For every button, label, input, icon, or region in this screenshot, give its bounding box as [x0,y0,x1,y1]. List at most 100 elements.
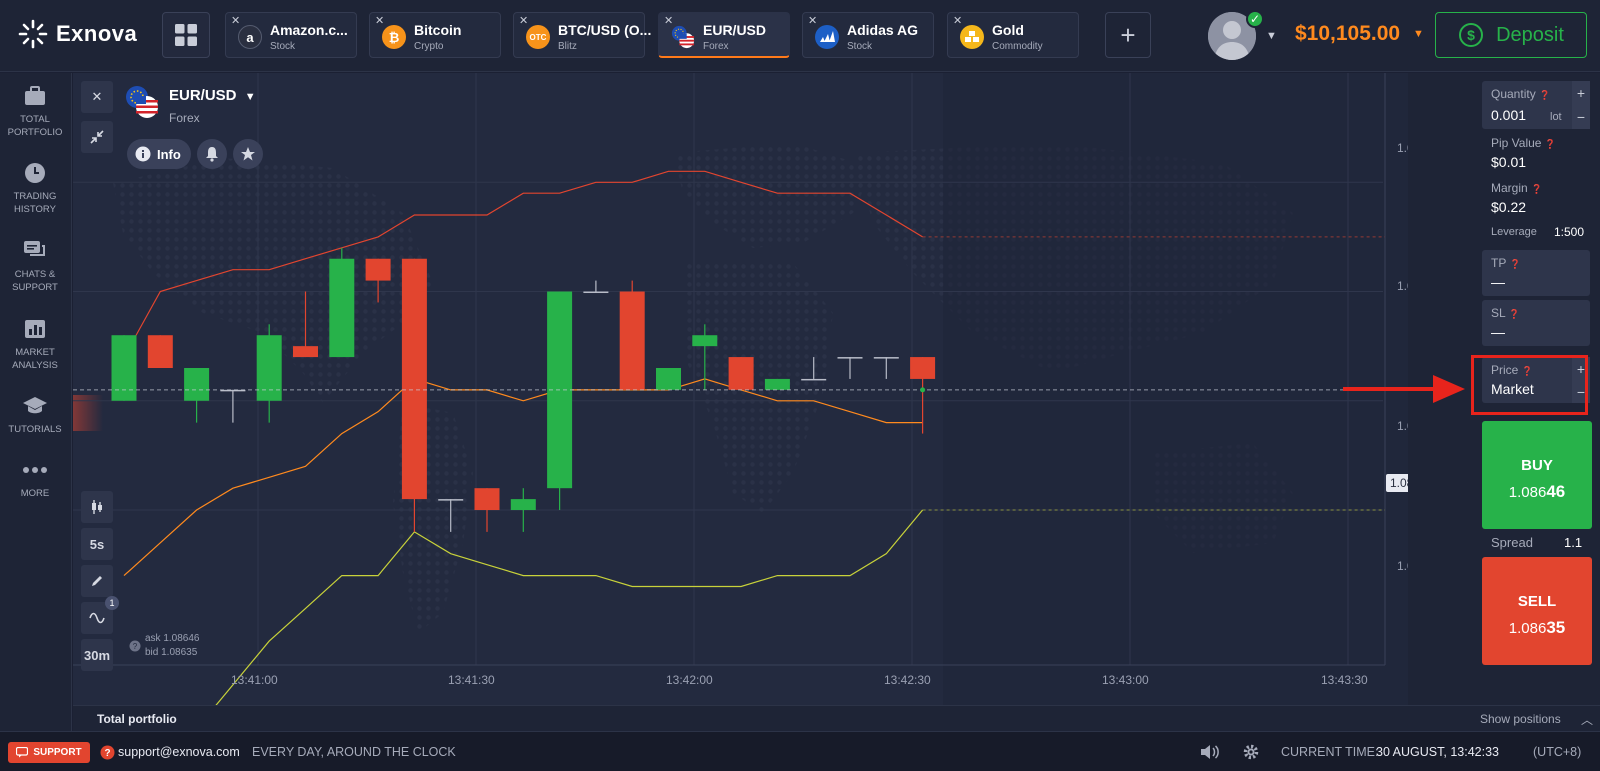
margin-label-text: Margin [1491,181,1528,195]
asset-tab-gold[interactable]: ✕ Gold Commodity [947,12,1079,58]
indicator-wave-icon [89,612,105,624]
briefcase-icon [25,86,45,105]
quantity-decrease-button[interactable]: − [1572,105,1590,129]
quantity-label: Quantity ❓ [1491,87,1550,101]
spread-value: 1.1 [1564,535,1583,550]
current-time-value: 30 AUGUST, 13:42:33 [1376,745,1499,759]
minus-icon: − [1576,109,1586,125]
quantity-stepper[interactable]: Quantity ❓ 0.001 lot + − [1482,81,1590,129]
sidebar-item-market-analysis[interactable]: MARKET ANALYSIS [0,316,70,372]
account-balance[interactable]: $10,105.00 [1295,22,1400,46]
eur-usd-flag-icon [671,25,695,49]
quantity-label-text: Quantity [1491,87,1536,101]
asset-grid-button[interactable] [162,12,210,58]
pip-value-label: Pip Value ❓ [1482,136,1592,150]
logo[interactable]: Exnova [18,19,137,49]
help-icon: ❓ [1508,309,1520,319]
quantity-value[interactable]: 0.001 [1491,107,1526,123]
timeframe-button[interactable]: 5s [81,528,113,560]
asset-tab-btc-usd-otc[interactable]: ✕ OTC BTC/USD (O... Blitz [513,12,651,58]
close-tab-icon[interactable]: ✕ [231,14,240,27]
deposit-button[interactable]: $ Deposit [1435,12,1587,58]
sidebar-item-more[interactable]: MORE [0,457,70,500]
deposit-label: Deposit [1496,23,1564,46]
sidebar-item-label: TRADING [13,191,57,202]
settings-gear-icon[interactable] [1242,743,1260,761]
close-tab-icon[interactable]: ✕ [519,14,528,27]
candle-body [510,499,536,511]
portfolio-bar[interactable]: Total portfolio Show positions ︿ [73,705,1600,731]
add-asset-button[interactable]: + [1105,12,1151,58]
current-price-dot [920,387,926,393]
app-name: Exnova [56,21,138,46]
take-profit-field[interactable]: TP ❓ — [1482,250,1590,296]
close-tab-icon[interactable]: ✕ [808,14,817,27]
help-icon: ? [129,640,141,652]
sidebar-item-label: MORE [20,488,50,499]
candle-body [147,335,173,368]
sidebar-item-tutorials[interactable]: TUTORIALS [0,393,70,436]
close-tab-icon[interactable]: ✕ [953,14,962,27]
close-icon: ✕ [91,89,103,104]
show-positions-link[interactable]: Show positions [1480,712,1561,726]
asset-tab-eur-usd[interactable]: ✕ EUR/USD Forex [658,12,790,58]
adidas-icon [815,25,839,49]
x-axis-tick: 13:43:00 [1102,673,1149,687]
buy-button[interactable]: BUY 1.08646 [1482,421,1592,529]
buy-price-tail: 46 [1546,482,1566,501]
tp-value: — [1491,274,1505,290]
support-button[interactable]: SUPPORT [8,742,90,763]
amazon-icon: a [238,25,262,49]
chevron-up-icon[interactable]: ︿ [1581,711,1593,728]
asset-tab-adidas[interactable]: ✕ Adidas AG Stock [802,12,934,58]
close-tab-icon[interactable]: ✕ [375,14,384,27]
quantity-increase-button[interactable]: + [1572,81,1590,105]
tp-label: TP ❓ [1491,256,1521,270]
sidebar-item-trading-history[interactable]: TRADING HISTORY [0,160,70,216]
asset-tab-bitcoin[interactable]: ✕ ₿ Bitcoin Crypto [369,12,501,58]
info-button[interactable]: Info [127,139,191,169]
sidebar-item-total-portfolio[interactable]: TOTAL PORTFOLIO [0,83,70,139]
close-chart-button[interactable]: ✕ [81,81,113,113]
price-alert-button[interactable] [197,139,227,169]
pencil-icon [92,576,102,586]
support-email[interactable]: support@exnova.com [118,745,240,759]
current-price-tag: 1.086405 [1386,474,1408,492]
status-bar: SUPPORT ? support@exnova.com EVERY DAY, … [0,731,1600,771]
balance-chevron-down-icon[interactable]: ▼ [1413,28,1424,40]
candle-body [801,378,827,381]
sl-value: — [1491,324,1505,340]
sidebar-item-chats-support[interactable]: CHATS & SUPPORT [0,238,70,294]
collapse-chart-button[interactable] [81,121,113,153]
volume-icon[interactable] [1200,744,1220,760]
asset-flag [125,85,159,124]
period-button[interactable]: 30m [81,639,113,671]
svg-text:?: ? [104,748,110,759]
svg-text:?: ? [133,642,138,651]
sl-label: SL ❓ [1491,306,1520,320]
candle-body [873,357,899,359]
chart-type-button[interactable] [81,491,113,523]
drawing-tools-button[interactable] [81,565,113,597]
asset-tab-amazon[interactable]: ✕ a Amazon.c... Stock [225,12,357,58]
sl-label-text: SL [1491,306,1506,320]
buy-label: BUY [1521,457,1553,474]
tab-type: Stock [847,41,873,52]
x-axis-tick: 13:42:30 [884,673,931,687]
stop-loss-field[interactable]: SL ❓ — [1482,300,1590,346]
favorite-button[interactable] [233,139,263,169]
candle-body [184,368,210,401]
price-chart[interactable]: ✕ EUR/USD ▼ Forex Info 5s 1 30m ? ask 1.… [73,73,1408,705]
candle-body [764,378,790,390]
asset-title-text: EUR/USD [169,87,237,104]
btc-otc-icon: OTC [526,25,550,49]
indicators-button[interactable]: 1 [81,596,119,634]
tab-type: Stock [270,41,296,52]
sell-price-main: 1.086 [1508,620,1547,637]
asset-title[interactable]: EUR/USD ▼ [169,87,256,104]
timezone: (UTC+8) [1533,745,1582,759]
help-icon: ❓ [1509,259,1521,269]
margin-value: $0.22 [1491,199,1527,215]
sell-button[interactable]: SELL 1.08635 [1482,557,1592,665]
chevron-down-icon[interactable]: ▼ [1266,30,1277,42]
